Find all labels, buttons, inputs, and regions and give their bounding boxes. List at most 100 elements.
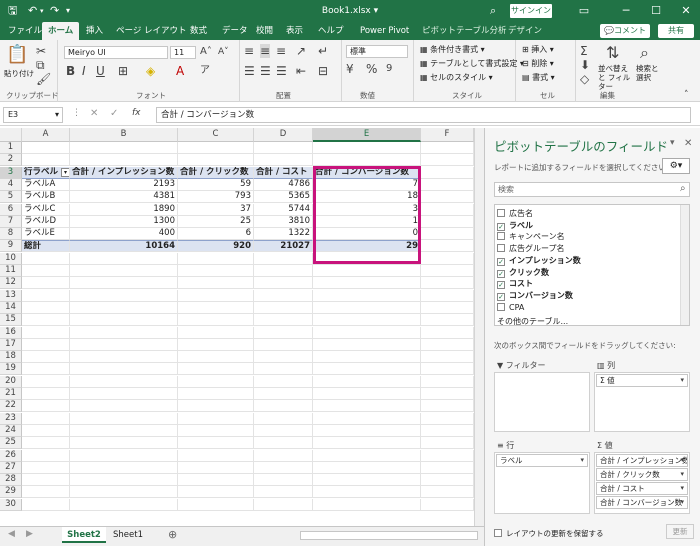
cell[interactable] (22, 326, 70, 339)
percent-icon[interactable]: % (366, 62, 377, 76)
values-item[interactable]: 合計 / クリック数 ▾ (596, 468, 688, 481)
pivot-data-cell[interactable]: ラベルB (22, 191, 70, 204)
cell[interactable] (178, 277, 254, 290)
cell[interactable] (178, 314, 254, 327)
cell[interactable] (254, 301, 313, 314)
cell[interactable] (421, 486, 474, 499)
cell[interactable] (70, 338, 178, 351)
cell[interactable] (22, 486, 70, 499)
pivot-header-cell[interactable]: 合計 / コスト (254, 166, 313, 179)
cell[interactable] (70, 142, 178, 154)
cell[interactable] (178, 424, 254, 437)
field-checkbox[interactable]: ✓ (497, 281, 505, 290)
cell[interactable] (70, 400, 178, 413)
grow-font-icon[interactable]: A˄ (200, 45, 212, 59)
cell[interactable] (22, 277, 70, 290)
tab-insert[interactable]: 挿入 (86, 22, 103, 40)
cell[interactable] (421, 277, 474, 290)
cell[interactable] (254, 498, 313, 511)
font-name-box[interactable]: Meiryo UI (64, 46, 168, 59)
row-header[interactable]: 4 (0, 178, 22, 191)
cell[interactable] (421, 326, 474, 339)
column-header[interactable]: C (178, 128, 254, 142)
cell[interactable] (178, 498, 254, 511)
horizontal-scrollbar[interactable] (300, 531, 478, 540)
row-header[interactable]: 13 (0, 289, 22, 302)
autosum-icon[interactable]: Σ (580, 44, 588, 58)
field-item[interactable]: キャンペーン名 (497, 231, 565, 242)
enter-icon[interactable]: ✓ (110, 108, 118, 119)
search-icon[interactable]: ⌕ (490, 4, 496, 18)
vertical-scrollbar[interactable] (474, 128, 484, 526)
cell[interactable] (22, 424, 70, 437)
cell[interactable] (178, 486, 254, 499)
pivot-data-cell[interactable]: 6 (178, 228, 254, 241)
underline-icon[interactable]: U (96, 64, 105, 78)
gear-icon[interactable]: ⚙▾ (662, 158, 690, 174)
cell[interactable] (421, 252, 474, 265)
update-button[interactable]: 更新 (666, 524, 694, 539)
values-item[interactable]: 合計 / コスト ▾ (596, 482, 688, 495)
tab-help[interactable]: ヘルプ (318, 22, 344, 40)
cell[interactable] (313, 388, 421, 400)
paste-button[interactable]: 貼り付け (4, 68, 34, 79)
cell[interactable] (254, 142, 313, 154)
cell[interactable] (313, 142, 421, 154)
phonetic-icon[interactable]: ア (200, 64, 210, 78)
row-header[interactable]: 20 (0, 375, 22, 388)
cond-format-button[interactable]: ▦ 条件付き書式 ▾ (420, 44, 485, 55)
cell[interactable] (178, 449, 254, 462)
row-header[interactable]: 23 (0, 412, 22, 425)
row-header[interactable]: 30 (0, 498, 22, 511)
row-header[interactable]: 11 (0, 265, 22, 277)
cell[interactable] (178, 363, 254, 376)
cell[interactable] (313, 449, 421, 462)
sort-filter-icon[interactable]: ⇅ (606, 44, 619, 62)
pivot-data-cell[interactable]: 793 (178, 191, 254, 204)
row-header[interactable]: 29 (0, 486, 22, 499)
cell[interactable] (70, 326, 178, 339)
row-item[interactable]: ラベル ▾ (496, 454, 588, 467)
format-painter-icon[interactable]: 🖌 (36, 72, 51, 86)
cell[interactable] (421, 400, 474, 413)
formula-input[interactable]: 合計 / コンバージョン数 (156, 107, 691, 123)
cell[interactable] (313, 474, 421, 487)
cell[interactable] (421, 301, 474, 314)
tab-design[interactable]: デザイン (508, 22, 542, 40)
cell[interactable] (22, 265, 70, 277)
pivot-data-cell[interactable]: 37 (178, 203, 254, 216)
cell[interactable] (421, 498, 474, 511)
defer-update-checkbox[interactable]: レイアウトの更新を保留する (494, 528, 604, 539)
pivot-data-cell[interactable]: ラベルC (22, 203, 70, 216)
next-sheet-icon[interactable]: ▶ (26, 529, 33, 539)
cell[interactable] (313, 301, 421, 314)
pivot-data-cell[interactable]: ラベルA (22, 178, 70, 191)
field-item[interactable]: 広告グループ名 (497, 243, 565, 254)
collapse-ribbon-icon[interactable]: ˄ (684, 88, 689, 102)
cell[interactable] (70, 461, 178, 474)
share-button[interactable]: 共有 (658, 24, 694, 38)
indent-icon[interactable]: ⇤ (296, 64, 306, 78)
cell[interactable] (421, 314, 474, 327)
cell[interactable] (421, 191, 474, 204)
cell[interactable] (421, 363, 474, 376)
cell[interactable] (22, 338, 70, 351)
field-item[interactable]: ✓ インプレッション数 (497, 255, 581, 266)
sheet-tab-sheet1[interactable]: Sheet1 (108, 527, 148, 543)
cell[interactable] (313, 400, 421, 413)
find-select-button[interactable]: 検索と 選択 (636, 64, 666, 82)
pivot-data-cell[interactable]: 1322 (254, 228, 313, 241)
cell[interactable] (421, 142, 474, 154)
cell[interactable] (313, 363, 421, 376)
pivot-header-cell[interactable]: 行ラベル ▾ (22, 166, 70, 179)
pane-close-icon[interactable]: ✕ (684, 138, 692, 149)
align-right-icon[interactable]: ☰ (276, 64, 287, 78)
row-header[interactable]: 21 (0, 388, 22, 400)
cell[interactable] (313, 265, 421, 277)
minimize-icon[interactable]: ─ (612, 0, 640, 22)
comma-icon[interactable]: 9 (386, 62, 392, 76)
field-checkbox[interactable]: ✓ (497, 222, 505, 231)
cell[interactable] (178, 400, 254, 413)
cell[interactable] (421, 375, 474, 388)
cell[interactable] (313, 375, 421, 388)
